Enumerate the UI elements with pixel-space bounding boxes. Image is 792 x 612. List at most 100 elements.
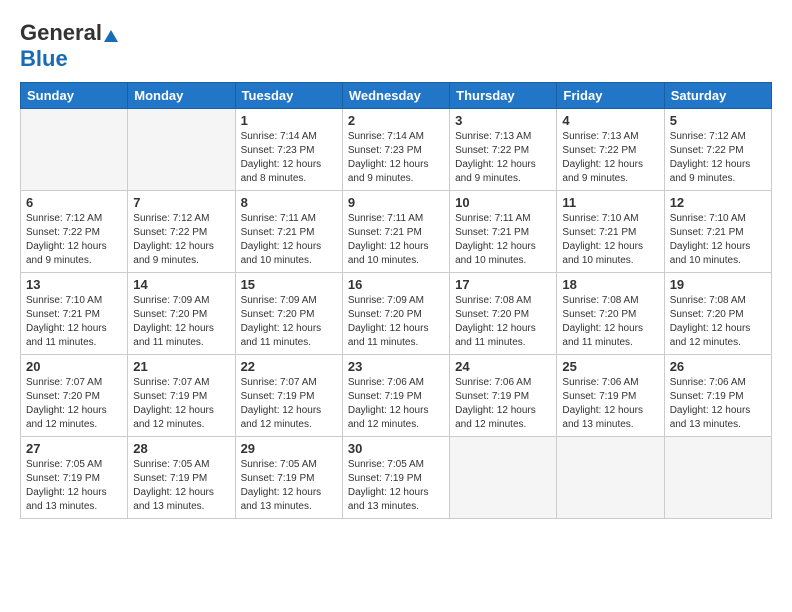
day-info: Sunrise: 7:05 AMSunset: 7:19 PMDaylight:… xyxy=(26,458,122,514)
day-info: Sunrise: 7:13 AMSunset: 7:22 PMDaylight:… xyxy=(455,130,551,186)
calendar-day-cell: 17 Sunrise: 7:08 AMSunset: 7:20 PMDayligh… xyxy=(450,273,557,355)
calendar-day-cell: 9 Sunrise: 7:11 AMSunset: 7:21 PMDaylight… xyxy=(342,191,449,273)
logo: General Blue xyxy=(20,20,118,72)
day-info: Sunrise: 7:06 AMSunset: 7:19 PMDaylight:… xyxy=(455,376,551,432)
calendar-day-cell: 15 Sunrise: 7:09 AMSunset: 7:20 PMDayligh… xyxy=(235,273,342,355)
weekday-header: Friday xyxy=(557,83,664,109)
day-number: 10 xyxy=(455,195,551,210)
day-info: Sunrise: 7:09 AMSunset: 7:20 PMDaylight:… xyxy=(241,294,337,350)
day-number: 13 xyxy=(26,277,122,292)
weekday-header-row: SundayMondayTuesdayWednesdayThursdayFrid… xyxy=(21,83,772,109)
calendar-day-cell: 30 Sunrise: 7:05 AMSunset: 7:19 PMDayligh… xyxy=(342,437,449,519)
day-info: Sunrise: 7:08 AMSunset: 7:20 PMDaylight:… xyxy=(670,294,766,350)
day-number: 5 xyxy=(670,113,766,128)
day-number: 29 xyxy=(241,441,337,456)
day-number: 2 xyxy=(348,113,444,128)
weekday-header: Saturday xyxy=(664,83,771,109)
day-info: Sunrise: 7:06 AMSunset: 7:19 PMDaylight:… xyxy=(348,376,444,432)
weekday-header: Monday xyxy=(128,83,235,109)
calendar-day-cell: 2 Sunrise: 7:14 AMSunset: 7:23 PMDaylight… xyxy=(342,109,449,191)
day-number: 8 xyxy=(241,195,337,210)
calendar-day-cell xyxy=(450,437,557,519)
day-number: 27 xyxy=(26,441,122,456)
weekday-header: Wednesday xyxy=(342,83,449,109)
page-header: General Blue xyxy=(20,20,772,72)
day-info: Sunrise: 7:11 AMSunset: 7:21 PMDaylight:… xyxy=(241,212,337,268)
logo-general-text: General xyxy=(20,20,102,45)
calendar-day-cell xyxy=(664,437,771,519)
day-number: 30 xyxy=(348,441,444,456)
day-number: 17 xyxy=(455,277,551,292)
calendar-day-cell: 10 Sunrise: 7:11 AMSunset: 7:21 PMDayligh… xyxy=(450,191,557,273)
calendar-day-cell: 5 Sunrise: 7:12 AMSunset: 7:22 PMDaylight… xyxy=(664,109,771,191)
calendar-day-cell xyxy=(557,437,664,519)
calendar-week-row: 6 Sunrise: 7:12 AMSunset: 7:22 PMDaylight… xyxy=(21,191,772,273)
day-info: Sunrise: 7:05 AMSunset: 7:19 PMDaylight:… xyxy=(133,458,229,514)
calendar-table: SundayMondayTuesdayWednesdayThursdayFrid… xyxy=(20,82,772,519)
day-info: Sunrise: 7:05 AMSunset: 7:19 PMDaylight:… xyxy=(348,458,444,514)
day-number: 6 xyxy=(26,195,122,210)
calendar-day-cell: 12 Sunrise: 7:10 AMSunset: 7:21 PMDayligh… xyxy=(664,191,771,273)
calendar-day-cell: 29 Sunrise: 7:05 AMSunset: 7:19 PMDayligh… xyxy=(235,437,342,519)
day-info: Sunrise: 7:11 AMSunset: 7:21 PMDaylight:… xyxy=(455,212,551,268)
weekday-header: Tuesday xyxy=(235,83,342,109)
calendar-day-cell: 19 Sunrise: 7:08 AMSunset: 7:20 PMDayligh… xyxy=(664,273,771,355)
weekday-header: Thursday xyxy=(450,83,557,109)
calendar-day-cell: 24 Sunrise: 7:06 AMSunset: 7:19 PMDayligh… xyxy=(450,355,557,437)
day-number: 11 xyxy=(562,195,658,210)
calendar-day-cell: 20Sunrise: 7:07 AMSunset: 7:20 PMDayligh… xyxy=(21,355,128,437)
day-info: Sunrise: 7:05 AMSunset: 7:19 PMDaylight:… xyxy=(241,458,337,514)
calendar-day-cell: 14 Sunrise: 7:09 AMSunset: 7:20 PMDayligh… xyxy=(128,273,235,355)
day-number: 24 xyxy=(455,359,551,374)
day-number: 18 xyxy=(562,277,658,292)
day-info: Sunrise: 7:11 AMSunset: 7:21 PMDaylight:… xyxy=(348,212,444,268)
day-info: Sunrise: 7:08 AMSunset: 7:20 PMDaylight:… xyxy=(455,294,551,350)
calendar-day-cell: 25 Sunrise: 7:06 AMSunset: 7:19 PMDayligh… xyxy=(557,355,664,437)
day-number: 21 xyxy=(133,359,229,374)
calendar-day-cell: 6 Sunrise: 7:12 AMSunset: 7:22 PMDaylight… xyxy=(21,191,128,273)
day-info: Sunrise: 7:07 AMSunset: 7:19 PMDaylight:… xyxy=(241,376,337,432)
calendar-week-row: 20Sunrise: 7:07 AMSunset: 7:20 PMDayligh… xyxy=(21,355,772,437)
day-info: Sunrise: 7:09 AMSunset: 7:20 PMDaylight:… xyxy=(348,294,444,350)
day-number: 19 xyxy=(670,277,766,292)
calendar-day-cell: 22Sunrise: 7:07 AMSunset: 7:19 PMDayligh… xyxy=(235,355,342,437)
calendar-day-cell: 7 Sunrise: 7:12 AMSunset: 7:22 PMDaylight… xyxy=(128,191,235,273)
day-number: 14 xyxy=(133,277,229,292)
day-info: Sunrise: 7:12 AMSunset: 7:22 PMDaylight:… xyxy=(26,212,122,268)
calendar-day-cell: 21 Sunrise: 7:07 AMSunset: 7:19 PMDayligh… xyxy=(128,355,235,437)
calendar-day-cell: 23Sunrise: 7:06 AMSunset: 7:19 PMDayligh… xyxy=(342,355,449,437)
day-info: Sunrise: 7:14 AMSunset: 7:23 PMDaylight:… xyxy=(348,130,444,186)
calendar-day-cell: 13 Sunrise: 7:10 AMSunset: 7:21 PMDayligh… xyxy=(21,273,128,355)
day-number: 9 xyxy=(348,195,444,210)
day-number: 3 xyxy=(455,113,551,128)
calendar-day-cell xyxy=(21,109,128,191)
calendar-day-cell: 11 Sunrise: 7:10 AMSunset: 7:21 PMDayligh… xyxy=(557,191,664,273)
calendar-day-cell: 18 Sunrise: 7:08 AMSunset: 7:20 PMDayligh… xyxy=(557,273,664,355)
day-info: Sunrise: 7:14 AMSunset: 7:23 PMDaylight:… xyxy=(241,130,337,186)
day-number: 26 xyxy=(670,359,766,374)
day-number: 7 xyxy=(133,195,229,210)
calendar-day-cell: 28 Sunrise: 7:05 AMSunset: 7:19 PMDayligh… xyxy=(128,437,235,519)
day-info: Sunrise: 7:12 AMSunset: 7:22 PMDaylight:… xyxy=(670,130,766,186)
logo-blue-text: Blue xyxy=(20,46,68,71)
day-number: 15 xyxy=(241,277,337,292)
day-info: Sunrise: 7:10 AMSunset: 7:21 PMDaylight:… xyxy=(26,294,122,350)
day-number: 28 xyxy=(133,441,229,456)
day-info: Sunrise: 7:12 AMSunset: 7:22 PMDaylight:… xyxy=(133,212,229,268)
calendar-week-row: 27 Sunrise: 7:05 AMSunset: 7:19 PMDayligh… xyxy=(21,437,772,519)
calendar-week-row: 13 Sunrise: 7:10 AMSunset: 7:21 PMDayligh… xyxy=(21,273,772,355)
day-info: Sunrise: 7:09 AMSunset: 7:20 PMDaylight:… xyxy=(133,294,229,350)
day-info: Sunrise: 7:06 AMSunset: 7:19 PMDaylight:… xyxy=(562,376,658,432)
weekday-header: Sunday xyxy=(21,83,128,109)
calendar-day-cell: 3 Sunrise: 7:13 AMSunset: 7:22 PMDaylight… xyxy=(450,109,557,191)
day-info: Sunrise: 7:07 AMSunset: 7:19 PMDaylight:… xyxy=(133,376,229,432)
day-info: Sunrise: 7:10 AMSunset: 7:21 PMDaylight:… xyxy=(562,212,658,268)
day-info: Sunrise: 7:08 AMSunset: 7:20 PMDaylight:… xyxy=(562,294,658,350)
day-number: 25 xyxy=(562,359,658,374)
calendar-day-cell: 8 Sunrise: 7:11 AMSunset: 7:21 PMDaylight… xyxy=(235,191,342,273)
calendar-week-row: 1Sunrise: 7:14 AMSunset: 7:23 PMDaylight… xyxy=(21,109,772,191)
day-number: 16 xyxy=(348,277,444,292)
calendar-day-cell: 27 Sunrise: 7:05 AMSunset: 7:19 PMDayligh… xyxy=(21,437,128,519)
day-info: Sunrise: 7:10 AMSunset: 7:21 PMDaylight:… xyxy=(670,212,766,268)
day-number: 12 xyxy=(670,195,766,210)
